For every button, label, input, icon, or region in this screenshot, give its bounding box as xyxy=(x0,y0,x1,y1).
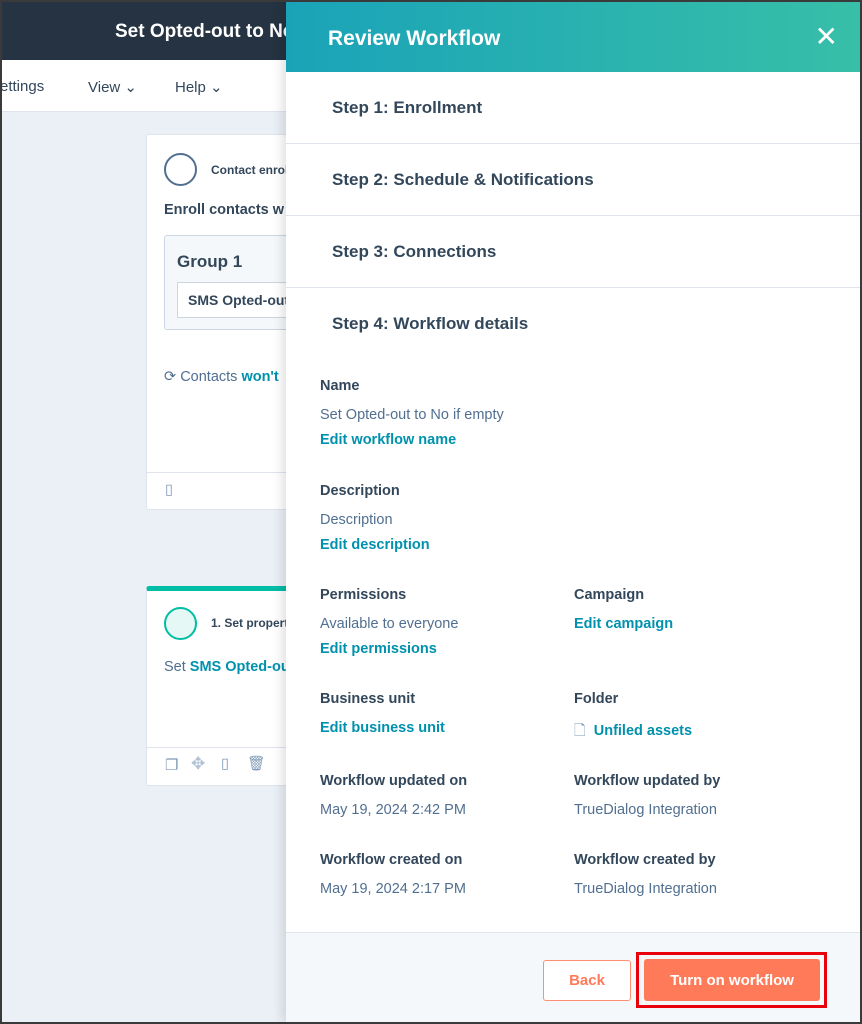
edit-permissions-link[interactable]: Edit permissions xyxy=(320,641,437,657)
turn-on-workflow-button[interactable]: Turn on workflow xyxy=(644,959,820,1001)
step-enrollment[interactable]: Step 1: Enrollment xyxy=(286,72,860,144)
chevron-down-icon: ⌄ xyxy=(124,79,137,96)
description-value: Description xyxy=(320,512,393,528)
menu-view[interactable]: View ⌄ xyxy=(88,78,137,96)
business-unit-label: Business unit xyxy=(320,691,416,707)
edit-description-link[interactable]: Edit description xyxy=(320,537,430,553)
description-label: Description xyxy=(320,483,400,499)
set-property-icon xyxy=(164,607,197,640)
contact-icon xyxy=(164,153,197,186)
menu-help-label: Help xyxy=(175,79,206,96)
created-by-label: Workflow created by xyxy=(574,852,716,868)
folder-value: Unfiled assets xyxy=(593,723,693,739)
property-link[interactable]: SMS Opted-out xyxy=(190,659,295,675)
name-value: Set Opted-out to No if empty xyxy=(320,407,504,423)
reenroll-text: ⟳ Contacts won't xyxy=(164,369,279,385)
step-workflow-details[interactable]: Step 4: Workflow details xyxy=(286,288,860,360)
updated-by-label: Workflow updated by xyxy=(574,773,721,789)
action-title: 1. Set property xyxy=(211,616,296,630)
menu-view-label: View xyxy=(88,79,121,96)
menu-help[interactable]: Help ⌄ xyxy=(175,78,223,96)
campaign-label: Campaign xyxy=(574,587,645,603)
updated-on-value: May 19, 2024 2:42 PM xyxy=(320,802,466,818)
step-schedule[interactable]: Step 2: Schedule & Notifications xyxy=(286,144,860,216)
back-button[interactable]: Back xyxy=(543,960,631,1001)
edit-business-unit-link[interactable]: Edit business unit xyxy=(320,720,445,736)
panel-header: Review Workflow ✕ xyxy=(286,2,860,72)
folder-label: Folder xyxy=(574,691,619,707)
created-on-value: May 19, 2024 2:17 PM xyxy=(320,881,466,897)
close-icon[interactable]: ✕ xyxy=(815,20,838,53)
reenroll-link[interactable]: won't xyxy=(241,369,278,385)
permissions-label: Permissions xyxy=(320,587,407,603)
updated-by-value: TrueDialog Integration xyxy=(574,802,717,818)
app-window: Set Opted-out to No if empty ettings Vie… xyxy=(2,2,860,1022)
set-prefix: Set xyxy=(164,659,190,675)
created-on-label: Workflow created on xyxy=(320,852,463,868)
trash-icon[interactable]: 🗑 xyxy=(247,755,265,772)
refresh-icon: ⟳ xyxy=(164,369,177,385)
move-icon[interactable]: ✥ xyxy=(191,754,205,774)
step-connections[interactable]: Step 3: Connections xyxy=(286,216,860,288)
action-summary: Set SMS Opted-out xyxy=(164,659,295,675)
group-title: Group 1 xyxy=(177,252,243,271)
reenroll-prefix: Contacts xyxy=(180,369,242,385)
file-icon: 🗋 xyxy=(574,723,586,739)
review-workflow-panel: Review Workflow ✕ Step 1: Enrollment Ste… xyxy=(286,2,860,1022)
name-label: Name xyxy=(320,378,360,394)
menu-settings[interactable]: ettings xyxy=(2,78,44,95)
updated-on-label: Workflow updated on xyxy=(320,773,468,789)
enroll-text: Enroll contacts w xyxy=(164,202,285,218)
edit-campaign-link[interactable]: Edit campaign xyxy=(574,616,673,632)
clipboard-icon[interactable]: ▯ xyxy=(165,482,173,498)
panel-title: Review Workflow xyxy=(328,27,501,50)
edit-workflow-name-link[interactable]: Edit workflow name xyxy=(320,432,456,448)
created-by-value: TrueDialog Integration xyxy=(574,881,717,897)
folder-link[interactable]: 🗋 Unfiled assets xyxy=(574,720,692,745)
chevron-down-icon: ⌄ xyxy=(210,79,223,96)
permissions-value: Available to everyone xyxy=(320,616,459,632)
copy-icon[interactable]: ❐ xyxy=(165,756,178,774)
panel-footer: Back Turn on workflow xyxy=(286,932,860,1022)
clipboard-icon[interactable]: ▯ xyxy=(221,756,229,772)
